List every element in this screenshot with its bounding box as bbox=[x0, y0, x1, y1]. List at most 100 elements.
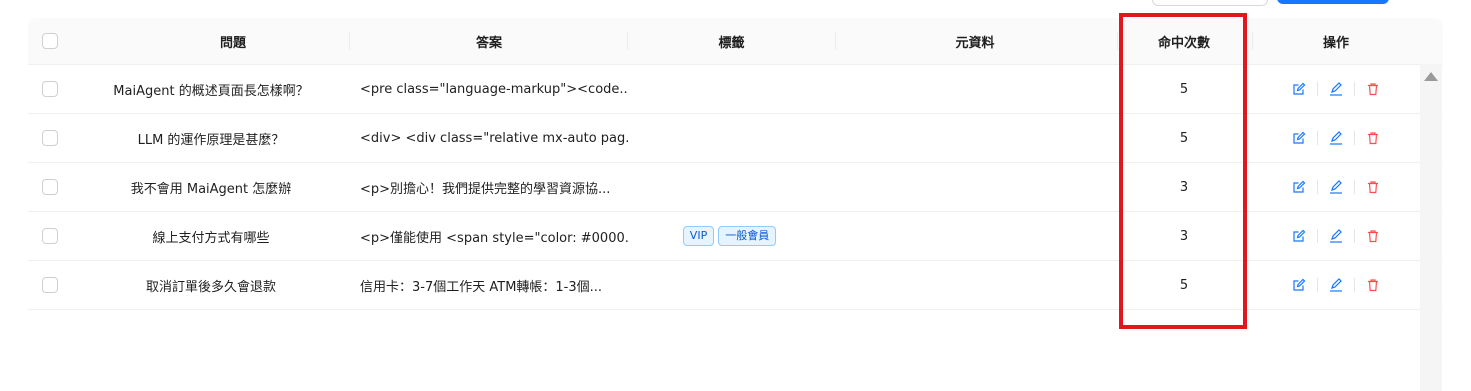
answer-cell: <pre class="language-markup"><code... bbox=[350, 65, 628, 113]
question-cell: 取消訂單後多久會退款 bbox=[72, 261, 350, 309]
row-select-cell[interactable] bbox=[28, 65, 72, 113]
hits-value: 5 bbox=[1179, 277, 1189, 293]
primary-action-button[interactable] bbox=[1277, 0, 1389, 4]
answer-cell: 信用卡：3-7個工作天 ATM轉帳：1-3個... bbox=[350, 261, 628, 309]
question-cell: 線上支付方式有哪些 bbox=[72, 212, 350, 260]
hits-cell: 5 bbox=[1118, 261, 1250, 309]
qa-table: 問題 答案 標籤 元資料 命中次數 操作 MaiAgent 的概述頁面長怎樣啊？… bbox=[28, 18, 1443, 310]
tags-cell bbox=[628, 261, 835, 309]
actions-cell bbox=[1253, 163, 1419, 211]
table-row[interactable]: 線上支付方式有哪些 <p>僅能使用 <span style="color: #0… bbox=[28, 212, 1443, 261]
open-edit-icon[interactable] bbox=[1291, 228, 1307, 244]
pencil-icon[interactable] bbox=[1328, 277, 1344, 293]
metadata-cell bbox=[836, 163, 1118, 211]
header-question[interactable]: 問題 bbox=[72, 18, 394, 64]
action-divider bbox=[1354, 131, 1355, 145]
row-select-cell[interactable] bbox=[28, 212, 72, 260]
answer-text: <p>別擔心！我們提供完整的學習資源協... bbox=[360, 181, 611, 197]
row-select-cell[interactable] bbox=[28, 163, 72, 211]
row-checkbox[interactable] bbox=[42, 277, 58, 293]
open-edit-icon[interactable] bbox=[1291, 130, 1307, 146]
answer-text: <p>僅能使用 <span style="color: #0000... bbox=[360, 230, 628, 246]
pencil-icon[interactable] bbox=[1328, 81, 1344, 97]
trash-icon[interactable] bbox=[1365, 228, 1381, 244]
row-checkbox[interactable] bbox=[42, 179, 58, 195]
metadata-cell bbox=[836, 212, 1118, 260]
table-header: 問題 答案 標籤 元資料 命中次數 操作 bbox=[28, 18, 1443, 65]
question-cell: 我不會用 MaiAgent 怎麼辦 bbox=[72, 163, 350, 211]
answer-text: <pre class="language-markup"><code... bbox=[360, 81, 628, 97]
row-select-cell[interactable] bbox=[28, 114, 72, 162]
secondary-action-button[interactable] bbox=[1152, 0, 1268, 6]
trash-icon[interactable] bbox=[1365, 130, 1381, 146]
actions-cell bbox=[1253, 261, 1419, 309]
header-hits[interactable]: 命中次數 bbox=[1118, 18, 1250, 64]
select-all-cell[interactable] bbox=[28, 18, 72, 64]
header-tags[interactable]: 標籤 bbox=[628, 18, 835, 64]
hits-value: 5 bbox=[1179, 81, 1189, 97]
pencil-icon[interactable] bbox=[1328, 130, 1344, 146]
row-checkbox[interactable] bbox=[42, 81, 58, 97]
hits-cell: 3 bbox=[1118, 212, 1250, 260]
table-row[interactable]: 取消訂單後多久會退款 信用卡：3-7個工作天 ATM轉帳：1-3個... 5 bbox=[28, 261, 1443, 310]
action-divider bbox=[1354, 229, 1355, 243]
tags-cell: VIP 一般會員 bbox=[628, 212, 835, 260]
tags-cell bbox=[628, 65, 835, 113]
table-row[interactable]: 我不會用 MaiAgent 怎麼辦 <p>別擔心！我們提供完整的學習資源協...… bbox=[28, 163, 1443, 212]
trash-icon[interactable] bbox=[1365, 277, 1381, 293]
open-edit-icon[interactable] bbox=[1291, 277, 1307, 293]
actions-cell bbox=[1253, 114, 1419, 162]
scroll-up-arrow-icon[interactable] bbox=[1424, 72, 1438, 81]
question-cell: MaiAgent 的概述頁面長怎樣啊？ bbox=[72, 65, 350, 113]
answer-cell: <p>別擔心！我們提供完整的學習資源協... bbox=[350, 163, 628, 211]
action-divider bbox=[1354, 82, 1355, 96]
tags-cell bbox=[628, 114, 835, 162]
actions-cell bbox=[1253, 212, 1419, 260]
open-edit-icon[interactable] bbox=[1291, 179, 1307, 195]
answer-text: 信用卡：3-7個工作天 ATM轉帳：1-3個... bbox=[360, 279, 603, 295]
tag-badge: VIP bbox=[682, 226, 715, 246]
hits-cell: 3 bbox=[1118, 163, 1250, 211]
question-text: MaiAgent 的概述頁面長怎樣啊？ bbox=[113, 83, 309, 99]
question-text: LLM 的運作原理是甚麼？ bbox=[137, 132, 285, 148]
trash-icon[interactable] bbox=[1365, 179, 1381, 195]
question-text: 我不會用 MaiAgent 怎麼辦 bbox=[130, 181, 292, 197]
metadata-cell bbox=[836, 114, 1118, 162]
metadata-cell bbox=[836, 65, 1118, 113]
question-text: 取消訂單後多久會退款 bbox=[145, 279, 276, 295]
action-divider bbox=[1317, 82, 1318, 96]
header-actions: 操作 bbox=[1322, 35, 1349, 51]
question-text: 線上支付方式有哪些 bbox=[152, 230, 270, 246]
header-answer[interactable]: 答案 bbox=[350, 18, 628, 64]
scrollbar-track[interactable] bbox=[1420, 64, 1442, 391]
hits-value: 3 bbox=[1179, 179, 1189, 195]
tag-badge: 一般會員 bbox=[718, 226, 777, 246]
answer-cell: <p>僅能使用 <span style="color: #0000... bbox=[350, 212, 628, 260]
action-divider bbox=[1317, 229, 1318, 243]
hits-value: 3 bbox=[1179, 228, 1189, 244]
action-divider bbox=[1354, 180, 1355, 194]
action-divider bbox=[1317, 131, 1318, 145]
tags-cell bbox=[628, 163, 835, 211]
actions-cell bbox=[1253, 65, 1419, 113]
table-row[interactable]: MaiAgent 的概述頁面長怎樣啊？ <pre class="language… bbox=[28, 65, 1443, 114]
metadata-cell bbox=[836, 261, 1118, 309]
row-checkbox[interactable] bbox=[42, 228, 58, 244]
select-all-checkbox[interactable] bbox=[42, 33, 58, 49]
table-row[interactable]: LLM 的運作原理是甚麼？ <div> <div class="relative… bbox=[28, 114, 1443, 163]
open-edit-icon[interactable] bbox=[1291, 81, 1307, 97]
answer-cell: <div> <div class="relative mx-auto pag..… bbox=[350, 114, 628, 162]
hits-cell: 5 bbox=[1118, 65, 1250, 113]
trash-icon[interactable] bbox=[1365, 81, 1381, 97]
question-cell: LLM 的運作原理是甚麼？ bbox=[72, 114, 350, 162]
pencil-icon[interactable] bbox=[1328, 228, 1344, 244]
header-metadata[interactable]: 元資料 bbox=[836, 18, 1114, 64]
row-checkbox[interactable] bbox=[42, 130, 58, 146]
row-select-cell[interactable] bbox=[28, 261, 72, 309]
action-divider bbox=[1317, 278, 1318, 292]
action-divider bbox=[1317, 180, 1318, 194]
hits-cell: 5 bbox=[1118, 114, 1250, 162]
action-divider bbox=[1354, 278, 1355, 292]
pencil-icon[interactable] bbox=[1328, 179, 1344, 195]
answer-text: <div> <div class="relative mx-auto pag..… bbox=[360, 130, 628, 146]
